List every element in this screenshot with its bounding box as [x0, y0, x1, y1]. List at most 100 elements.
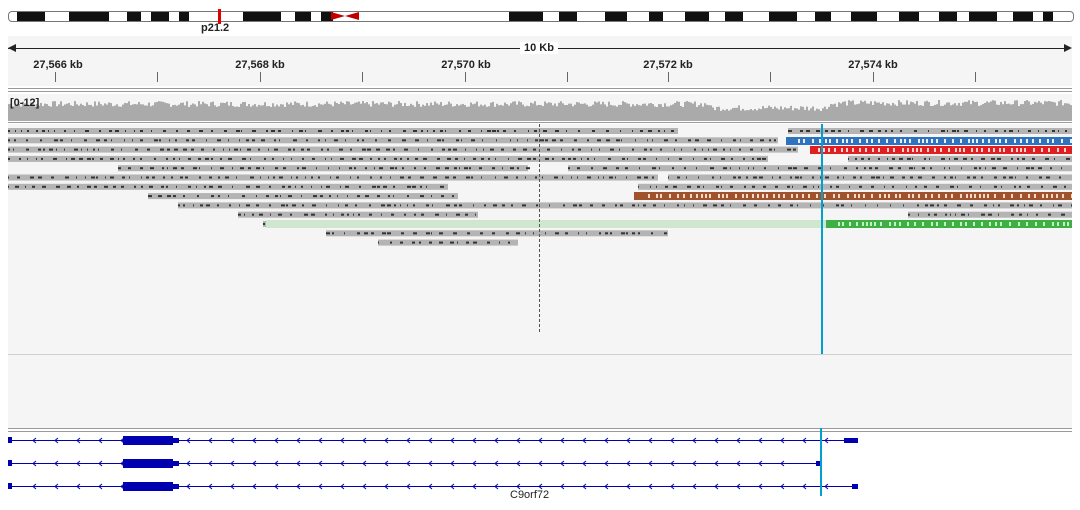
coverage-bar: [596, 102, 598, 121]
position-highlight-line[interactable]: [821, 124, 823, 354]
read-gap-mark: [240, 148, 241, 151]
coverage-bar: [824, 106, 826, 121]
coverage-histogram[interactable]: [8, 94, 1072, 121]
mismatch-mark: [823, 148, 825, 152]
coverage-bar: [294, 101, 296, 121]
read-gap-mark: [268, 148, 269, 151]
coverage-bar: [548, 102, 550, 121]
coverage-bar: [210, 102, 212, 121]
mismatch-mark: [989, 222, 991, 226]
read-gap-mark: [743, 204, 746, 207]
read-gap-mark: [313, 195, 317, 198]
read-gap-mark: [818, 185, 819, 188]
empty-track-area[interactable]: [8, 355, 1072, 428]
read-gap-mark: [571, 176, 572, 179]
coverage-bar: [162, 101, 164, 121]
read-gap-mark: [1059, 176, 1061, 179]
mismatch-mark: [872, 148, 874, 152]
coverage-bar: [84, 106, 86, 121]
coverage-bar: [796, 108, 798, 121]
read-gap-mark: [288, 195, 292, 198]
read-gap-mark: [41, 157, 43, 160]
read-gap-mark: [291, 157, 292, 160]
coverage-bar: [440, 102, 442, 121]
ideogram-band: [939, 12, 957, 21]
read-gap-mark: [1048, 213, 1051, 216]
read-gap-mark: [211, 157, 213, 160]
coverage-bar: [398, 101, 400, 121]
read-gap-mark: [263, 167, 264, 170]
read-gap-mark: [1017, 167, 1018, 170]
alignment-reads[interactable]: [8, 124, 1072, 354]
utr-exon: [173, 438, 179, 443]
coverage-bar: [776, 108, 778, 121]
coverage-bar: [674, 102, 676, 121]
read-gap-mark: [413, 204, 415, 207]
coverage-bar: [426, 103, 428, 121]
coverage-bar: [606, 106, 608, 121]
mismatch-mark: [838, 222, 840, 226]
read-gap-mark: [377, 195, 380, 198]
mismatch-mark: [914, 222, 916, 226]
read-gap-mark: [1015, 176, 1016, 179]
mismatch-mark: [866, 139, 868, 143]
read-gap-mark: [947, 130, 948, 132]
coverage-bar: [94, 101, 96, 121]
mismatch-mark: [1041, 148, 1043, 152]
mismatch-mark: [952, 139, 954, 143]
read-gap-mark: [688, 139, 691, 142]
mismatch-mark: [1057, 222, 1059, 226]
read-gap-mark: [353, 213, 354, 216]
coverage-bar: [760, 109, 762, 121]
coverage-bar: [594, 101, 596, 121]
chromosome-ideogram[interactable]: [8, 11, 1074, 22]
coverage-bar: [214, 105, 216, 121]
coverage-bar: [174, 104, 176, 121]
read-gap-mark: [698, 176, 699, 179]
read-gap-mark: [357, 176, 359, 179]
read-gap-mark: [1066, 157, 1070, 160]
read-gap-mark: [8, 157, 10, 160]
coverage-bar: [708, 105, 710, 121]
coverage-bar: [126, 103, 128, 121]
coverage-bar: [192, 103, 194, 121]
coverage-bar: [250, 106, 252, 121]
coverage-bar: [236, 106, 238, 121]
coverage-bar: [912, 102, 914, 121]
read-gap-mark: [26, 148, 29, 151]
read-gap-mark: [892, 157, 895, 160]
read-gap-mark: [684, 167, 686, 170]
read-gap-mark: [573, 204, 577, 207]
read-gap-mark: [480, 232, 483, 235]
coverage-bar: [604, 104, 606, 121]
read-gap-mark: [1045, 130, 1047, 132]
read-gap-mark: [229, 204, 231, 207]
read-gap-mark: [632, 232, 635, 235]
coverage-bar: [306, 101, 308, 121]
read-gap-mark: [495, 176, 496, 179]
read-gap-mark: [914, 130, 917, 132]
coverage-bar: [178, 104, 180, 121]
coverage-bar: [782, 109, 784, 121]
read-gap-mark: [527, 139, 528, 142]
read-gap-mark: [199, 176, 201, 179]
read-gap-mark: [326, 185, 330, 188]
read-gap-mark: [301, 148, 304, 151]
coverage-bar: [230, 102, 232, 121]
read-gap-mark: [354, 167, 356, 170]
read-gap-mark: [67, 185, 71, 188]
mismatch-mark: [852, 148, 854, 152]
read-gap-mark: [435, 213, 439, 216]
read-gap-mark: [279, 139, 280, 142]
read-gap-mark: [708, 148, 709, 151]
read-gap-mark: [312, 204, 316, 207]
coverage-bar: [656, 106, 658, 121]
utr-exon: [173, 484, 179, 489]
coverage-bar: [794, 108, 796, 121]
mismatch-mark: [952, 222, 954, 226]
coverage-bar: [70, 105, 72, 121]
read-gap-mark: [152, 176, 155, 179]
coverage-bar: [168, 103, 170, 121]
read-gap-mark: [710, 167, 714, 170]
gene-name-label[interactable]: C9orf72: [510, 489, 549, 501]
